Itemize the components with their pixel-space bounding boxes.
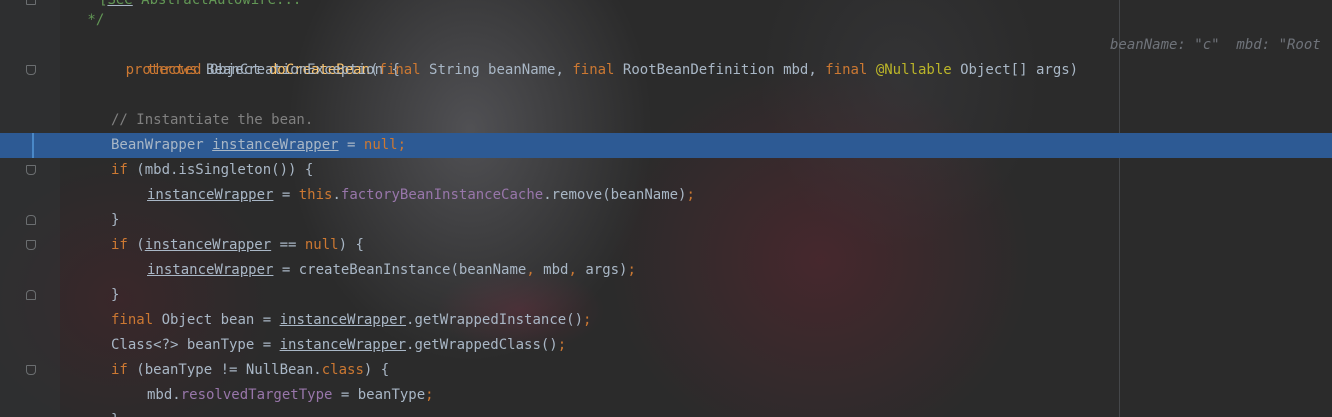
- debug-inline-values: beanName: "c" mbd: "Root: [1110, 37, 1321, 53]
- code-editor[interactable]: [See AbstractAutowire... */ protected Ob…: [0, 0, 1332, 417]
- fold-icon[interactable]: [26, 65, 36, 75]
- code-line[interactable]: }: [0, 283, 1332, 308]
- code-line[interactable]: Class<?> beanType = instanceWrapper.getW…: [0, 333, 1332, 358]
- code-line[interactable]: }: [0, 408, 1332, 417]
- code-line[interactable]: throws BeanCreationException {: [0, 58, 1332, 83]
- highlighted-code-line[interactable]: BeanWrapper instanceWrapper = null;: [0, 133, 1332, 158]
- code-line[interactable]: protected Object doCreateBean(final Stri…: [0, 33, 1332, 78]
- code-line[interactable]: }: [0, 208, 1332, 233]
- code-line[interactable]: instanceWrapper = createBeanInstance(bea…: [0, 258, 1332, 283]
- code-line[interactable]: */: [0, 8, 1332, 33]
- code-line[interactable]: instanceWrapper = this.factoryBeanInstan…: [0, 183, 1332, 208]
- fold-icon[interactable]: [26, 0, 36, 5]
- fold-icon[interactable]: [26, 165, 36, 175]
- code-line[interactable]: if (instanceWrapper == null) {: [0, 233, 1332, 258]
- code-line[interactable]: final Object bean = instanceWrapper.getW…: [0, 308, 1332, 333]
- fold-icon[interactable]: [26, 365, 36, 375]
- code-line[interactable]: if (mbd.isSingleton()) {: [0, 158, 1332, 183]
- code-line[interactable]: mbd.resolvedTargetType = beanType;: [0, 383, 1332, 408]
- code-line[interactable]: // Instantiate the bean.: [0, 108, 1332, 133]
- fold-icon[interactable]: [26, 240, 36, 250]
- execution-point-marker: [32, 133, 34, 158]
- code-line[interactable]: if (beanType != NullBean.class) {: [0, 358, 1332, 383]
- fold-icon[interactable]: [26, 290, 36, 300]
- code-comment: // Instantiate the bean.: [111, 112, 314, 128]
- fold-icon[interactable]: [26, 215, 36, 225]
